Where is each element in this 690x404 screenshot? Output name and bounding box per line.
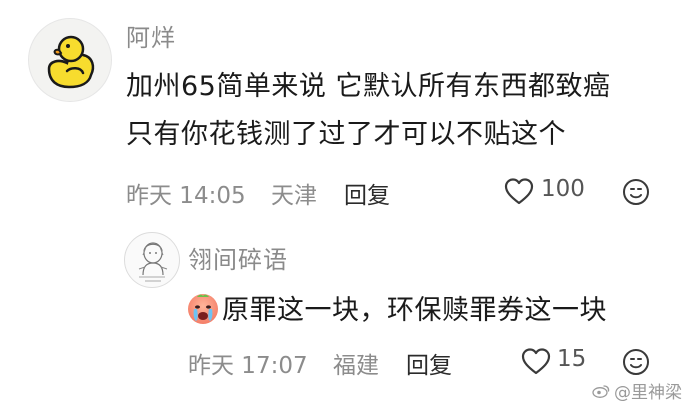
reply-text: 原罪这一块，环保赎罪券这一块 [222,295,607,326]
comment-text-line-1: 加州65简单来说 它默认所有东西都致癌 [126,71,611,102]
heart-outline-icon [521,348,551,375]
reply-username[interactable]: 翎间碎语 [188,240,288,275]
crying-face-emoji [186,292,220,326]
comment-reply-button[interactable]: 回复 [344,176,390,210]
reply-more-button[interactable] [620,346,652,378]
comment-text-line-2: 只有你花钱测了过了才可以不贴这个 [126,119,566,150]
comment-like-count: 100 [541,176,585,202]
reply-like-count: 15 [557,346,587,372]
sketch-character-icon [138,242,168,282]
reply-location: 福建 [333,353,379,379]
heart-outline-icon [504,178,534,205]
comment-location: 天津 [271,183,317,209]
smiley-icon [623,349,649,375]
smiley-icon [623,179,649,205]
watermark: @里神梁 [592,378,682,403]
rubber-duck-icon [47,35,95,89]
reply-reply-button[interactable]: 回复 [406,346,452,380]
reply-time: 昨天 17:07 [188,353,308,379]
comment-like-button[interactable] [500,174,538,208]
watermark-text: @里神梁 [614,383,682,403]
reply-like-button[interactable] [518,344,554,378]
comment-username[interactable]: 阿烊 [126,18,176,53]
avatar-main[interactable] [28,18,112,102]
comment-more-button[interactable] [620,176,652,208]
avatar-reply[interactable] [124,232,180,288]
comment-time: 昨天 14:05 [126,183,246,209]
weibo-logo-icon [592,384,610,398]
